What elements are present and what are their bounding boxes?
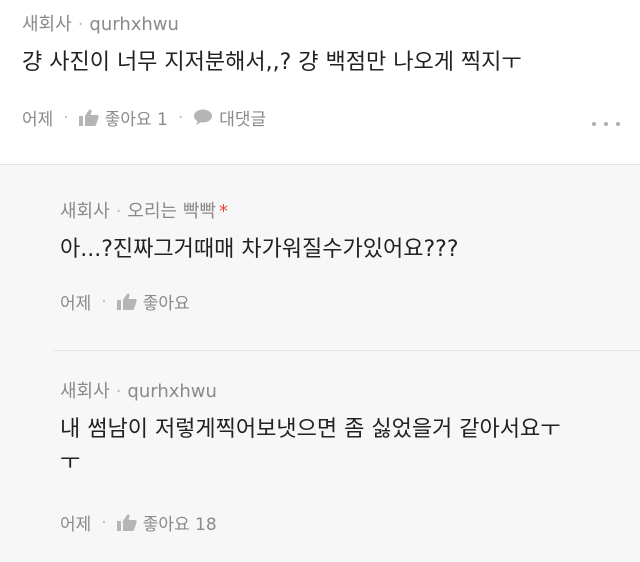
more-dots-icon[interactable]: [592, 122, 622, 128]
comment-actions: 어제 · 좋아요 1 · 대댓글: [22, 105, 266, 131]
like-button[interactable]: 좋아요: [116, 289, 190, 314]
reply-divider: [54, 350, 640, 351]
author-nickname[interactable]: 오리는 빡빡: [127, 201, 216, 222]
reply-text-line: 내 썸남이 저렇게찍어보냇으면 좀 싫었을거 같아서요ㅜ: [60, 417, 561, 442]
thumbs-up-icon: [116, 514, 137, 531]
comment: 새회사 · qurhxhwu 걍 사진이 너무 지저분해서,,? 걍 백점만 나오게…: [0, 0, 640, 164]
reply-actions: 어제 · 좋아요: [60, 289, 190, 315]
reply-text-line: ㅜ: [60, 450, 81, 475]
author-nickname[interactable]: qurhxhwu: [89, 14, 179, 35]
reply-list: 새회사 · 오리는 빡빡 * 아...?진짜그거때매 차가워질수가있어요??? 어제 …: [0, 165, 640, 562]
reply-meta: 새회사 · 오리는 빡빡 *: [60, 201, 228, 222]
reply-label: 대댓글: [219, 110, 267, 130]
author-nickname[interactable]: qurhxhwu: [127, 381, 217, 402]
speech-bubble-icon: [194, 109, 213, 125]
like-button[interactable]: 좋아요 1: [78, 105, 168, 130]
like-label: 좋아요 18: [142, 515, 217, 535]
comment-text: 걍 사진이 너무 지저분해서,,? 걍 백점만 나오게 찍지ㅜ: [22, 50, 522, 75]
reply-meta: 새회사 · qurhxhwu: [60, 381, 217, 402]
comment-meta: 새회사 · qurhxhwu: [22, 14, 179, 35]
reply-text: 아...?진짜그거때매 차가워질수가있어요???: [60, 237, 459, 262]
thumbs-up-icon: [78, 109, 99, 126]
company-name: 새회사: [60, 201, 110, 222]
author-badge: *: [218, 201, 228, 222]
comment-time: 어제: [22, 110, 54, 130]
reply-time: 어제: [60, 515, 92, 535]
thumbs-up-icon: [116, 293, 137, 310]
reply-actions: 어제 · 좋아요 18: [60, 510, 217, 536]
like-button[interactable]: 좋아요 18: [116, 510, 217, 535]
reply-button[interactable]: 대댓글: [193, 105, 266, 130]
like-label: 좋아요: [142, 294, 190, 314]
company-name: 새회사: [60, 381, 110, 402]
reply-time: 어제: [60, 294, 92, 314]
company-name: 새회사: [22, 14, 72, 35]
reply-text: 내 썸남이 저렇게찍어보냇으면 좀 싫었을거 같아서요ㅜ ㅜ: [60, 413, 561, 479]
like-label: 좋아요 1: [104, 110, 168, 130]
